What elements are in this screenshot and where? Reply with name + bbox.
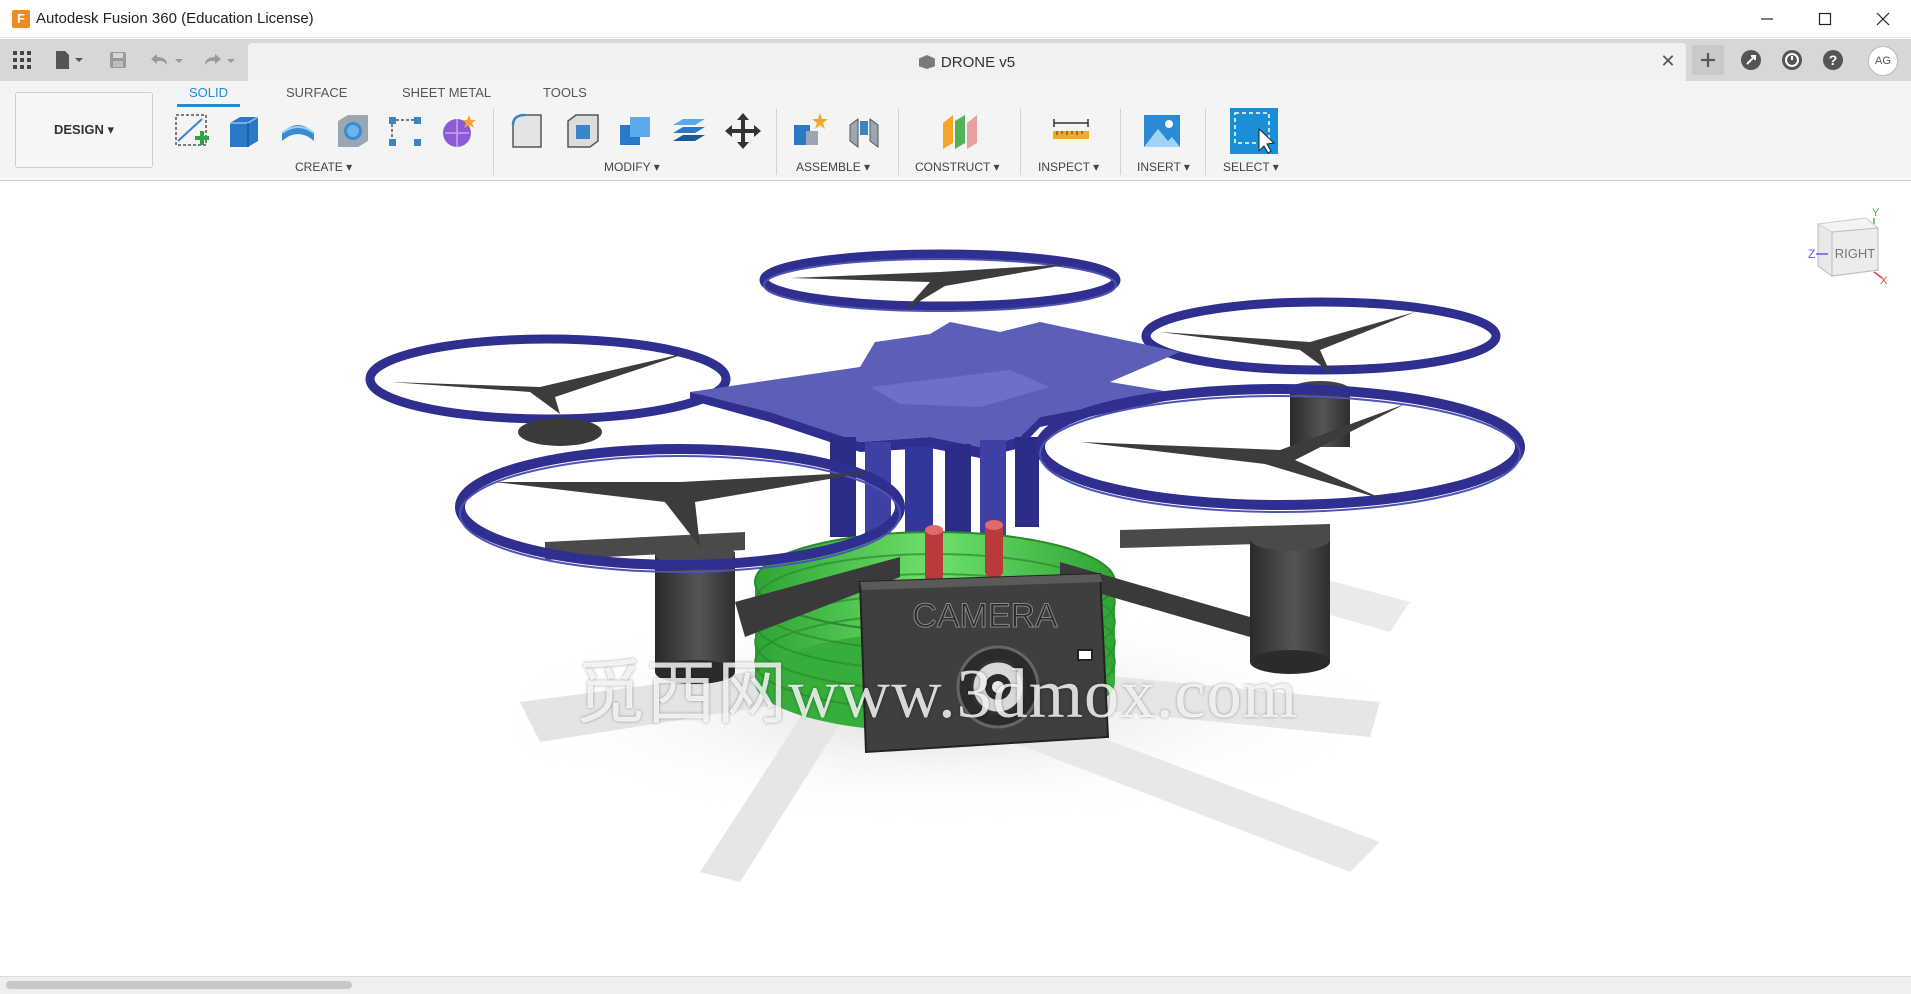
- workspace-switcher-button[interactable]: DESIGN ▾: [15, 92, 153, 168]
- assemble-group-label[interactable]: ASSEMBLE ▾: [796, 160, 870, 174]
- combine-icon[interactable]: [614, 109, 658, 153]
- view-cube-face-label: RIGHT: [1835, 246, 1876, 261]
- component-icon: [918, 55, 935, 69]
- fusion-logo-icon: F: [12, 10, 30, 28]
- camera-label: CAMERA: [912, 597, 1058, 635]
- toolbar-ribbon: DESIGN ▾ SOLID SURFACE SHEET METAL TOOLS…: [0, 81, 1911, 181]
- y-axis-label: Y: [1872, 207, 1880, 219]
- press-pull-icon[interactable]: [505, 109, 549, 153]
- group-separator: [1205, 109, 1206, 175]
- camera-module: CAMERA: [858, 572, 1110, 754]
- new-tab-button[interactable]: [1692, 45, 1724, 75]
- maximize-button[interactable]: [1796, 0, 1854, 38]
- modify-group-label[interactable]: MODIFY ▾: [604, 160, 660, 174]
- measure-icon[interactable]: [1049, 109, 1093, 153]
- tab-tools[interactable]: TOOLS: [543, 85, 587, 106]
- job-status-icon[interactable]: [1776, 45, 1808, 75]
- select-icon[interactable]: [1228, 106, 1280, 156]
- offset-face-icon[interactable]: [667, 109, 711, 153]
- file-menu-icon[interactable]: [50, 47, 86, 73]
- group-separator: [898, 109, 899, 175]
- create-form-icon[interactable]: [437, 109, 481, 153]
- horizontal-scrollbar[interactable]: [0, 976, 1911, 994]
- group-separator: [1120, 109, 1121, 175]
- extensions-icon[interactable]: [1735, 45, 1767, 75]
- extrude-icon[interactable]: [222, 109, 266, 153]
- document-tab[interactable]: DRONE v5 ✕: [248, 43, 1686, 81]
- undo-icon[interactable]: [146, 47, 186, 73]
- group-separator: [493, 109, 494, 175]
- drone-model[interactable]: CAMERA: [0, 182, 1911, 976]
- revolve-icon[interactable]: [276, 109, 320, 153]
- tab-sheet-metal[interactable]: SHEET METAL: [402, 85, 491, 106]
- app-grid-icon[interactable]: [10, 47, 34, 73]
- save-icon[interactable]: [106, 47, 130, 73]
- drone-body: [690, 322, 1180, 458]
- create-sketch-icon[interactable]: [170, 109, 214, 153]
- help-icon[interactable]: ?: [1817, 45, 1849, 75]
- minimize-button[interactable]: [1738, 0, 1796, 38]
- scrollbar-thumb[interactable]: [6, 981, 352, 989]
- offset-plane-icon[interactable]: [937, 109, 981, 153]
- close-tab-icon[interactable]: ✕: [1658, 51, 1678, 71]
- group-separator: [1020, 109, 1021, 175]
- inspect-group-label[interactable]: INSPECT ▾: [1038, 160, 1099, 174]
- view-cube[interactable]: Y RIGHT Z X: [1808, 202, 1898, 292]
- document-title: DRONE v5: [248, 54, 1686, 71]
- canvas-viewport[interactable]: CAMERA 觅西网www.3dmox.com Y RIGHT Z X: [0, 182, 1911, 976]
- insert-image-icon[interactable]: [1140, 109, 1184, 153]
- redo-icon[interactable]: [198, 47, 238, 73]
- group-separator: [776, 109, 777, 175]
- svg-text:?: ?: [1829, 52, 1838, 68]
- tab-surface[interactable]: SURFACE: [286, 85, 347, 106]
- rectangular-pattern-icon[interactable]: [383, 109, 427, 153]
- new-component-icon[interactable]: [788, 109, 832, 153]
- window-title: Autodesk Fusion 360 (Education License): [36, 10, 314, 27]
- quick-access-bar: DRONE v5 ✕ ? AG: [0, 39, 1911, 81]
- tab-solid[interactable]: SOLID: [177, 85, 241, 107]
- create-group-label[interactable]: CREATE ▾: [295, 160, 352, 174]
- insert-group-label[interactable]: INSERT ▾: [1137, 160, 1190, 174]
- z-axis-label: Z: [1808, 247, 1815, 261]
- title-bar: F Autodesk Fusion 360 (Education License…: [0, 0, 1911, 38]
- move-copy-icon[interactable]: [721, 109, 765, 153]
- select-group-label[interactable]: SELECT ▾: [1223, 160, 1279, 174]
- user-avatar[interactable]: AG: [1868, 46, 1898, 76]
- hole-icon[interactable]: [330, 109, 374, 153]
- close-window-button[interactable]: [1854, 0, 1911, 38]
- fillet-icon[interactable]: [560, 109, 604, 153]
- construct-group-label[interactable]: CONSTRUCT ▾: [915, 160, 999, 174]
- joint-icon[interactable]: [842, 109, 886, 153]
